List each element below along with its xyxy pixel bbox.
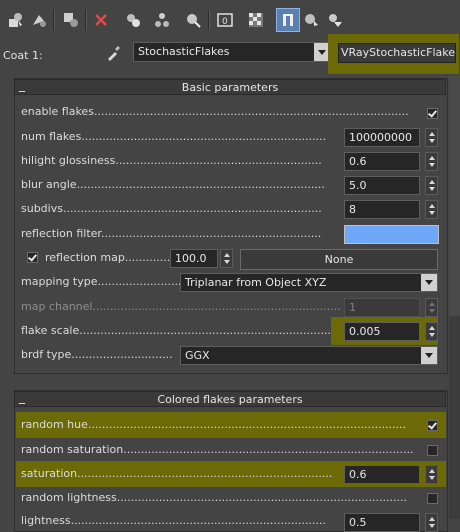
reflection-map-checkbox[interactable]: [27, 252, 38, 263]
subdivs-spinner[interactable]: 8: [344, 200, 438, 219]
saturation-label: saturation..............................…: [21, 467, 333, 480]
brdf-type-dropdown[interactable]: GGX: [180, 346, 438, 365]
colored-flakes-title: Colored flakes parameters: [157, 393, 303, 406]
num-flakes-input[interactable]: 100000000: [344, 128, 420, 147]
lightness-spin-buttons[interactable]: [425, 513, 438, 532]
blur-angle-label: blur angle..............................…: [21, 178, 325, 191]
coat-label: Coat 1:: [3, 49, 43, 62]
saturation-input[interactable]: 0.6: [344, 465, 420, 484]
put-to-library-icon[interactable]: [182, 9, 204, 31]
num-flakes-label: num flakes..............................…: [21, 130, 327, 143]
material-id-channel-icon[interactable]: 0: [214, 9, 236, 31]
saturation-spin-buttons[interactable]: [425, 465, 438, 484]
map-channel-input: 1: [344, 298, 420, 317]
map-channel-label: map channel.............................…: [21, 300, 341, 313]
enable-flakes-label: enable flakes...........................…: [21, 105, 409, 118]
brdf-type-value: GGX: [185, 349, 210, 362]
map-name-field[interactable]: StochasticFlakes: [133, 42, 331, 62]
go-to-parent-icon[interactable]: [300, 9, 322, 31]
mapping-type-dropdown[interactable]: Triplanar from Object XYZ: [180, 273, 438, 292]
map-channel-spin-buttons: [425, 298, 438, 317]
subdivs-spin-buttons[interactable]: [425, 200, 438, 219]
enable-flakes-checkbox[interactable]: [427, 108, 438, 119]
flake-scale-spin-buttons[interactable]: [425, 322, 438, 341]
reflection-filter-color-swatch[interactable]: [344, 225, 439, 244]
blur-angle-spinner[interactable]: 5.0: [344, 176, 438, 195]
num-flakes-spin-buttons[interactable]: [425, 128, 438, 147]
svg-text:0: 0: [222, 17, 228, 27]
saturation-spinner[interactable]: 0.6: [344, 465, 438, 484]
blur-angle-input[interactable]: 5.0: [344, 176, 420, 195]
random-saturation-label: random saturation.......................…: [21, 443, 414, 456]
random-hue-checkbox[interactable]: [427, 420, 438, 431]
map-name-text: StochasticFlakes: [138, 45, 230, 58]
lightness-label: lightness...............................…: [21, 514, 326, 527]
mapping-type-label: mapping type.........................: [21, 275, 185, 288]
material-type-button[interactable]: VRayStochasticFlakesMtl: [338, 43, 456, 63]
chevron-down-icon[interactable]: [421, 274, 437, 291]
flake-scale-label: flake scale.............................…: [21, 324, 332, 337]
hilight-glossiness-spinner[interactable]: 0.6: [344, 152, 438, 171]
subdivs-label: subdivs.................................…: [21, 202, 322, 215]
basic-parameters-title: Basic parameters: [181, 81, 279, 94]
put-to-scene-icon[interactable]: [28, 9, 50, 31]
hilight-glossiness-label: hilight glossiness......................…: [21, 154, 322, 167]
subdivs-input[interactable]: 8: [344, 200, 420, 219]
map-channel-spinner: 1: [344, 298, 438, 317]
hilight-glossiness-spin-buttons[interactable]: [425, 152, 438, 171]
random-lightness-checkbox[interactable]: [427, 493, 438, 504]
show-shaded-material-icon[interactable]: [245, 9, 267, 31]
reflection-map-amount-input[interactable]: 100.0: [170, 249, 218, 268]
reflection-map-amount-spinner[interactable]: 100.0: [170, 249, 233, 268]
colored-flakes-header[interactable]: _ Colored flakes parameters: [14, 390, 446, 407]
basic-parameters-header[interactable]: _ Basic parameters: [14, 78, 446, 95]
lightness-spinner[interactable]: 0.5: [344, 513, 438, 532]
scrollbar-thumb[interactable]: [449, 76, 460, 316]
lightness-input[interactable]: 0.5: [344, 513, 420, 532]
reflection-map-button[interactable]: None: [240, 249, 438, 270]
num-flakes-spinner[interactable]: 100000000: [344, 128, 438, 147]
copy-material-icon[interactable]: [122, 9, 144, 31]
get-material-icon[interactable]: [5, 9, 27, 31]
reset-map-icon[interactable]: [90, 9, 112, 31]
hilight-glossiness-input[interactable]: 0.6: [344, 152, 420, 171]
eyedropper-icon[interactable]: [104, 44, 122, 62]
go-forward-sibling-icon[interactable]: [324, 9, 346, 31]
random-hue-label: random hue..............................…: [21, 418, 407, 431]
mapping-type-value: Triplanar from Object XYZ: [185, 276, 327, 289]
make-unique-icon[interactable]: [151, 9, 173, 31]
reflection-map-amount-spin-buttons[interactable]: [220, 249, 233, 268]
chevron-down-icon[interactable]: [421, 347, 437, 364]
blur-angle-spin-buttons[interactable]: [425, 176, 438, 195]
random-saturation-checkbox[interactable]: [427, 445, 438, 456]
collapse-icon: _: [19, 390, 25, 404]
material-type-highlight: VRayStochasticFlakesMtl: [328, 34, 459, 74]
random-lightness-label: random lightness........................…: [21, 491, 407, 504]
reflection-map-label: reflection map.............: [45, 251, 171, 264]
assign-to-selection-icon[interactable]: [60, 9, 82, 31]
show-end-result-icon[interactable]: [276, 8, 300, 32]
reflection-filter-label: reflection filter.......................…: [21, 227, 322, 240]
collapse-icon: _: [19, 78, 25, 92]
flake-scale-spinner[interactable]: 0.005: [344, 322, 438, 341]
vertical-scrollbar[interactable]: [449, 76, 460, 519]
brdf-type-label: brdf type.............................: [21, 348, 173, 361]
flake-scale-input[interactable]: 0.005: [344, 322, 420, 341]
